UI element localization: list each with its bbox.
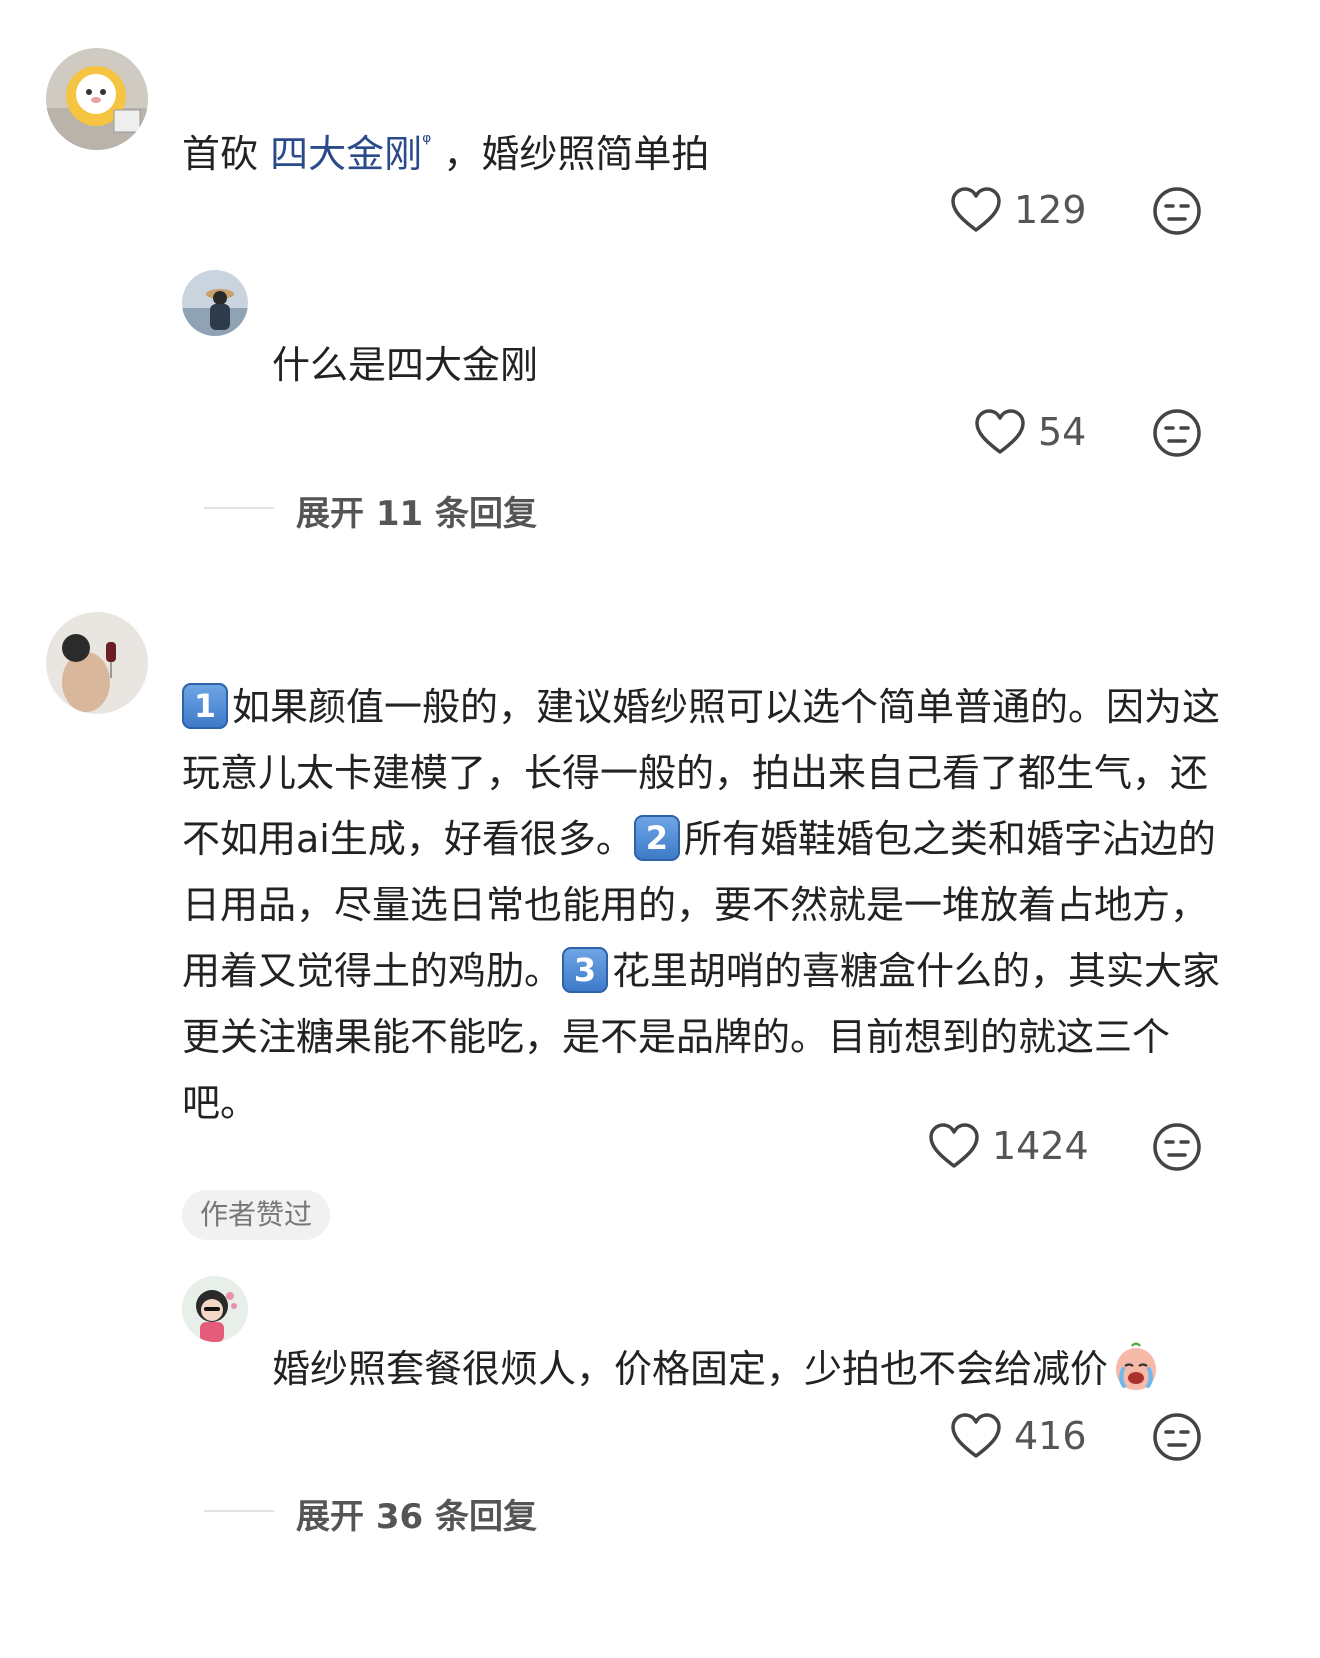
reply-text: 什么是四大金刚 (272, 343, 539, 387)
comment-text-prefix: 首砍 (182, 132, 259, 176)
unamused-face-icon (1153, 187, 1201, 235)
expand-divider (204, 507, 274, 509)
like-button[interactable]: 129 (950, 186, 1087, 234)
unamused-face-icon (1153, 409, 1201, 457)
dislike-button[interactable] (1152, 186, 1202, 240)
reply-text-content: 婚纱照套餐很烦人，价格固定，少拍也不会给减价 (272, 1347, 1109, 1391)
unamused-face-icon (1153, 1123, 1201, 1171)
number-2-emoji: 2 (633, 815, 680, 861)
reply-text: 婚纱照套餐很烦人，价格固定，少拍也不会给减价 (272, 1336, 1162, 1414)
like-count: 54 (1038, 410, 1087, 454)
topic-link[interactable]: 四大金刚ᵠ (270, 130, 432, 176)
like-count: 129 (1014, 188, 1087, 232)
unamused-face-icon (1153, 1413, 1201, 1461)
comment-text: 首砍 四大金刚ᵠ ，婚纱照简单拍 (182, 110, 709, 187)
dislike-button[interactable] (1152, 408, 1202, 462)
avatar[interactable] (46, 612, 148, 714)
heart-outline-icon (929, 1123, 979, 1168)
avatar[interactable] (46, 48, 148, 150)
comment-text-suffix: ，婚纱照简单拍 (443, 132, 710, 176)
expand-replies-button[interactable]: 展开 11 条回复 (296, 486, 537, 535)
heart-outline-icon (951, 187, 1001, 232)
avatar[interactable] (182, 270, 248, 336)
number-3-emoji: 3 (562, 947, 609, 993)
expand-replies-button[interactable]: 展开 36 条回复 (296, 1489, 537, 1538)
search-icon: ᵠ (422, 130, 432, 155)
dislike-button[interactable] (1152, 1122, 1202, 1176)
like-button[interactable]: 54 (974, 408, 1086, 456)
like-count: 1424 (992, 1124, 1089, 1168)
like-button[interactable]: 416 (950, 1412, 1087, 1460)
avatar[interactable] (182, 1276, 248, 1342)
like-button[interactable]: 1424 (928, 1122, 1089, 1170)
heart-outline-icon (975, 409, 1025, 454)
heart-outline-icon (951, 1413, 1001, 1458)
comment-text: 1 如果颜值一般的，建议婚纱照可以选个简单普通的。因为这玩意儿太卡建模了，长得一般… (182, 674, 1242, 1136)
expand-divider (204, 1510, 274, 1512)
like-count: 416 (1014, 1414, 1087, 1458)
author-liked-badge: 作者赞过 (182, 1190, 331, 1240)
dislike-button[interactable] (1152, 1412, 1202, 1466)
crying-face-emoji (1110, 1342, 1162, 1414)
number-1-emoji: 1 (182, 683, 228, 729)
